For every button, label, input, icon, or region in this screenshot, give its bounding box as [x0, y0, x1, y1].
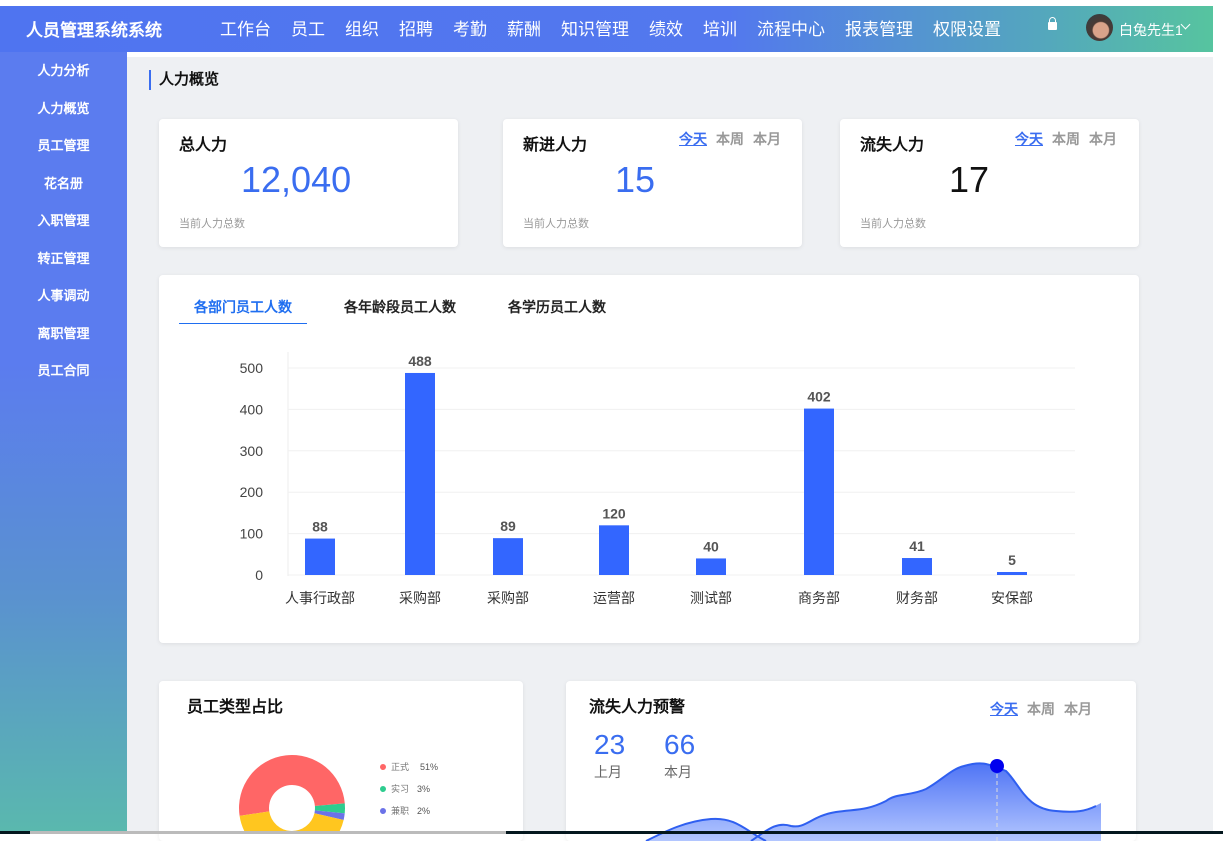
legend-value: 2% [417, 806, 430, 816]
legend-value: 51% [420, 762, 438, 772]
legend-value: 3% [417, 784, 430, 794]
legend-dot [380, 808, 386, 814]
legend-label: 正式 [391, 761, 409, 772]
legend-label: 兼职 [391, 805, 409, 816]
legend-dot [380, 786, 386, 792]
legend-label: 实习 [391, 783, 409, 794]
legend-dot [380, 764, 386, 770]
pie-chart: 正式 51% 实习 3% 兼职 2% [0, 0, 1223, 834]
